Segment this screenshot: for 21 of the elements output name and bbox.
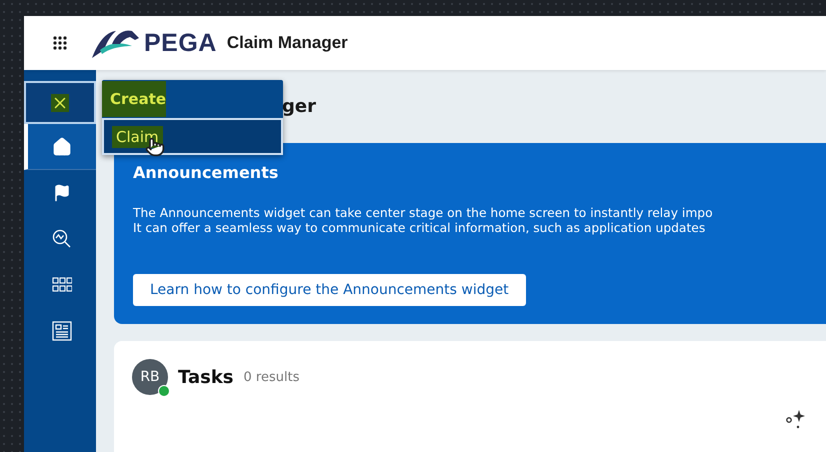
home-icon bbox=[52, 136, 72, 156]
brand-name: PEGA bbox=[144, 28, 217, 58]
learn-more-button[interactable]: Learn how to configure the Announcements widget bbox=[133, 274, 526, 306]
page-heading: ger bbox=[282, 96, 316, 117]
document-icon bbox=[52, 321, 72, 341]
close-icon bbox=[51, 94, 69, 112]
analytics-search-icon bbox=[52, 229, 72, 249]
grid-icon bbox=[52, 277, 72, 293]
tasks-title: Tasks bbox=[178, 366, 234, 388]
announcement-text: The Announcements widget can take center stage on the home screen to instantly relay impo bbox=[133, 206, 714, 221]
menu-item[interactable]: Claim bbox=[102, 118, 283, 155]
logo-icon bbox=[92, 28, 140, 58]
announcement-text: It can offer a seamless way to communicate critical information, such as application updates bbox=[133, 221, 706, 236]
flag-icon bbox=[53, 184, 71, 202]
card-title: Announcements bbox=[133, 163, 280, 182]
app-name: Claim Manager bbox=[226, 33, 348, 53]
user-avatar: RB bbox=[132, 359, 168, 395]
nav-item[interactable] bbox=[24, 124, 96, 170]
menu-title: Create bbox=[102, 81, 166, 117]
results-count: 0 results bbox=[244, 370, 300, 384]
close-button[interactable] bbox=[24, 81, 96, 124]
